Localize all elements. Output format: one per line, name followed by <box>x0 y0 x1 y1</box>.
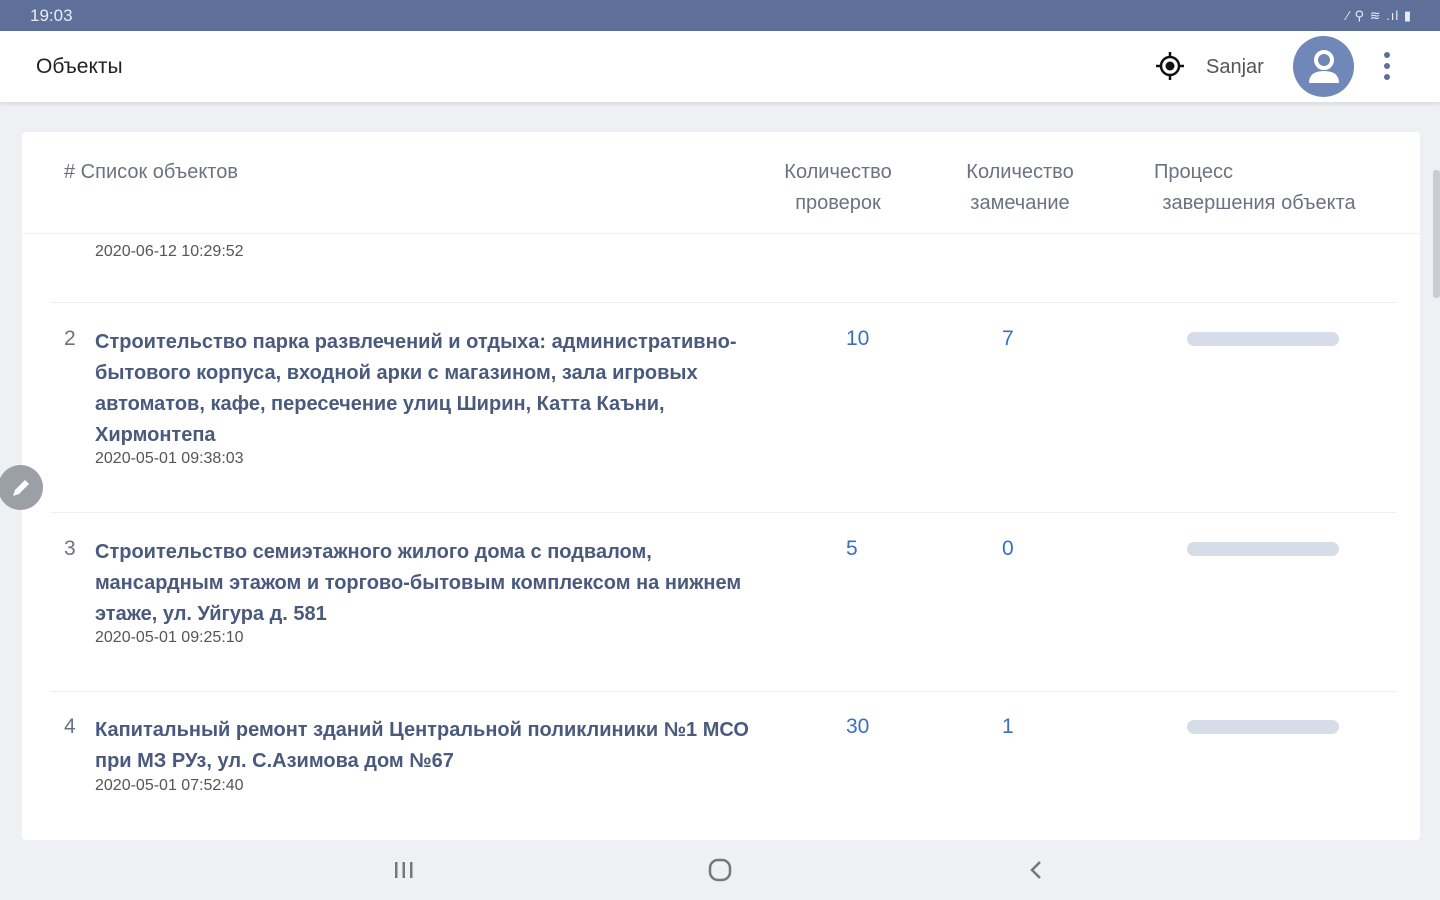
target-icon[interactable] <box>1152 48 1188 84</box>
row-remarks-count[interactable]: 0 <box>1002 537 1014 561</box>
pencil-icon[interactable] <box>0 465 43 510</box>
row-checks-count[interactable]: 30 <box>846 715 869 739</box>
header-remarks-line2: замечание <box>970 192 1070 214</box>
user-avatar-icon[interactable] <box>1293 36 1354 97</box>
row-divider <box>50 302 1396 303</box>
home-icon[interactable] <box>700 854 740 886</box>
row-title[interactable]: Капитальный ремонт зданий Центральной по… <box>95 715 785 777</box>
table-header: # Список объектов Количество проверок Ко… <box>22 132 1420 234</box>
objects-card: # Список объектов Количество проверок Ко… <box>22 132 1420 840</box>
status-bar: 19:03 ⁄ ⚲ ≋ .ıl ▮ <box>0 0 1440 31</box>
row-date: 2020-05-01 09:38:03 <box>95 450 244 467</box>
row-remarks-count[interactable]: 1 <box>1002 715 1014 739</box>
status-icons: ⁄ ⚲ ≋ .ıl ▮ <box>1346 7 1412 23</box>
app-bar: Объекты Sanjar <box>0 31 1440 102</box>
completion-progress-bar <box>1187 720 1339 734</box>
header-checks-line1: Количество <box>784 161 892 183</box>
row-date: 2020-05-01 09:25:10 <box>95 629 244 646</box>
header-remarks-count[interactable]: Количество замечание <box>949 157 1091 219</box>
completion-progress-bar <box>1187 542 1339 556</box>
row-number: 4 <box>64 715 76 738</box>
row-date: 2020-05-01 07:52:40 <box>95 777 244 794</box>
row-checks-count[interactable]: 10 <box>846 327 869 351</box>
table-body[interactable]: 2020-06-12 10:29:52 2 Строительство парк… <box>22 234 1420 840</box>
back-icon[interactable] <box>1016 854 1056 886</box>
row-number: 2 <box>64 327 76 350</box>
user-name[interactable]: Sanjar <box>1206 56 1264 79</box>
row-remarks-count[interactable]: 7 <box>1002 327 1014 351</box>
status-time: 19:03 <box>30 5 73 25</box>
system-nav-bar <box>0 840 1440 900</box>
header-process-line2: завершения объекта <box>1162 192 1356 214</box>
row-number: 3 <box>64 537 76 560</box>
header-remarks-line1: Количество <box>966 161 1074 183</box>
completion-progress-bar <box>1187 332 1339 346</box>
row-date: 2020-06-12 10:29:52 <box>95 243 244 260</box>
row-title[interactable]: Строительство семиэтажного жилого дома с… <box>95 537 755 630</box>
recent-apps-icon[interactable] <box>384 854 424 886</box>
row-divider <box>50 691 1396 692</box>
header-completion-process[interactable]: Процесс завершения объекта <box>1139 157 1379 219</box>
more-vertical-icon[interactable] <box>1374 47 1400 85</box>
header-checks-line2: проверок <box>795 192 881 214</box>
header-checks-count[interactable]: Количество проверок <box>767 157 909 219</box>
header-process-line1: Процесс <box>1154 161 1233 183</box>
header-object-list: # Список объектов <box>64 161 238 183</box>
row-divider <box>50 512 1396 513</box>
row-checks-count[interactable]: 5 <box>846 537 858 561</box>
page-title: Объекты <box>36 55 123 78</box>
row-title[interactable]: Строительство парка развлечений и отдыха… <box>95 327 785 451</box>
scrollbar-thumb[interactable] <box>1433 170 1440 298</box>
